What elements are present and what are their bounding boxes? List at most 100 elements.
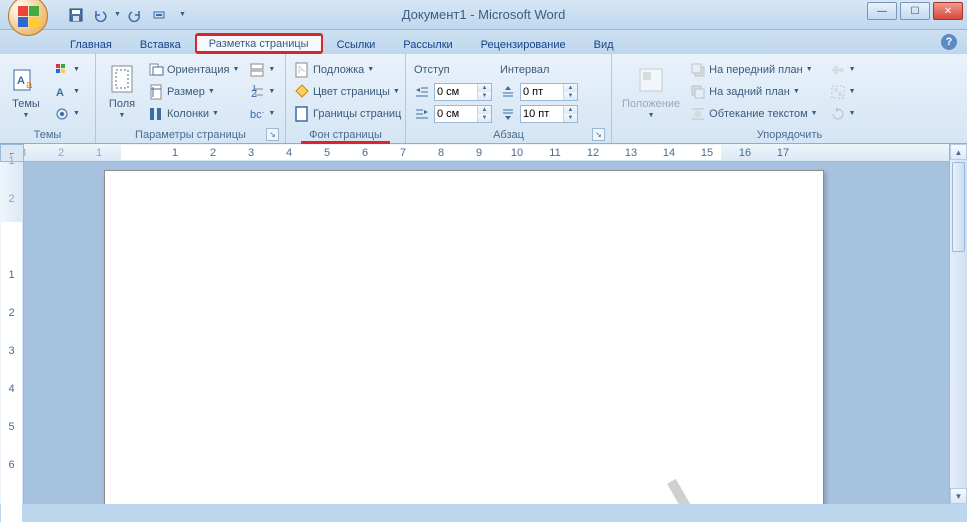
- group-page-setup: Поля ▼ Ориентация ▼ Размер ▼ Колонки ▼ ▼…: [96, 54, 286, 143]
- tab-page-layout[interactable]: Разметка страницы: [195, 33, 323, 54]
- svg-text:a: a: [26, 79, 33, 91]
- effects-icon: [54, 106, 70, 122]
- margins-label: Поля: [109, 98, 135, 110]
- group-page-setup-title: Параметры страницы↘: [100, 127, 281, 143]
- minimize-button[interactable]: —: [867, 2, 897, 20]
- page-setup-dialog-launcher[interactable]: ↘: [266, 128, 279, 141]
- qat-customize-icon[interactable]: ▼: [179, 11, 186, 18]
- orientation-icon: [148, 62, 164, 78]
- tab-insert[interactable]: Вставка: [126, 35, 195, 54]
- themes-label: Темы: [12, 98, 40, 110]
- bring-front-button: На передний план ▼: [686, 59, 821, 81]
- group-paragraph: Отступ ▲▼ ▲▼ Интервал ▲▼ ▲▼: [406, 54, 612, 143]
- group-objects-button: ▼: [826, 81, 860, 103]
- group-icon: [830, 84, 846, 100]
- title-bar: ▼ ▼ Документ1 - Microsoft Word — ☐ ✕: [0, 0, 967, 30]
- paragraph-dialog-launcher[interactable]: ↘: [592, 128, 605, 141]
- breaks-icon: [249, 62, 265, 78]
- theme-colors-button[interactable]: ▼: [50, 59, 84, 81]
- window-title: Документ1 - Microsoft Word: [402, 7, 566, 22]
- page-color-icon: [294, 84, 310, 100]
- position-button: Положение ▼: [616, 56, 686, 127]
- themes-button[interactable]: Aa Темы ▼: [4, 56, 48, 127]
- theme-fonts-button[interactable]: A▼: [50, 81, 84, 103]
- margins-button[interactable]: Поля ▼: [100, 56, 144, 127]
- undo-icon[interactable]: [90, 5, 110, 25]
- undo-dropdown-icon[interactable]: ▼: [114, 11, 121, 18]
- document-page[interactable]: ОБРАЗЕЦ: [104, 170, 824, 504]
- position-icon: [635, 64, 667, 96]
- align-button: ▼: [826, 59, 860, 81]
- send-back-icon: [690, 84, 706, 100]
- spacing-before-icon: [500, 84, 516, 100]
- hyphenation-icon: bc⁻: [249, 106, 265, 122]
- send-back-button: На задний план ▼: [686, 81, 821, 103]
- bring-front-icon: [690, 62, 706, 78]
- watermark-text: ОБРАЗЕЦ: [105, 171, 823, 504]
- indent-label: Отступ: [414, 64, 474, 76]
- align-icon: [830, 62, 846, 78]
- orientation-button[interactable]: Ориентация ▼: [144, 59, 243, 81]
- indent-right-icon: [414, 106, 430, 122]
- group-themes: Aa Темы ▼ ▼ A▼ ▼ Темы: [0, 54, 96, 143]
- theme-effects-button[interactable]: ▼: [50, 103, 84, 125]
- maximize-button[interactable]: ☐: [900, 2, 930, 20]
- svg-text:bc⁻: bc⁻: [250, 109, 264, 121]
- document-workspace: ⌐ 3211234567891011121314151617 12123456 …: [0, 144, 967, 504]
- scroll-up-icon[interactable]: ▲: [950, 144, 967, 160]
- columns-icon: [148, 106, 164, 122]
- vertical-scrollbar[interactable]: ▲ ▼: [949, 144, 967, 504]
- vertical-ruler[interactable]: 12123456: [0, 162, 24, 504]
- svg-text:A: A: [56, 87, 64, 99]
- redo-icon[interactable]: [125, 5, 145, 25]
- spacing-before-spinner[interactable]: ▲▼: [520, 83, 578, 101]
- watermark-button[interactable]: AПодложка ▼: [290, 59, 405, 81]
- spacing-after-spinner[interactable]: ▲▼: [520, 105, 578, 123]
- group-arrange: Положение ▼ На передний план ▼ На задний…: [612, 54, 967, 143]
- page-borders-button[interactable]: Границы страниц: [290, 103, 405, 125]
- scroll-thumb[interactable]: [952, 162, 965, 252]
- margins-icon: [106, 64, 138, 96]
- line-numbers-icon: 12: [249, 84, 265, 100]
- tab-mailings[interactable]: Рассылки: [389, 35, 466, 54]
- quick-access-toolbar: ▼ ▼: [66, 5, 186, 25]
- page-borders-icon: [294, 106, 310, 122]
- document-area[interactable]: ОБРАЗЕЦ: [24, 162, 949, 504]
- hyphenation-button[interactable]: bc⁻▼: [245, 103, 279, 125]
- qat-more-icon[interactable]: [149, 5, 169, 25]
- scroll-down-icon[interactable]: ▼: [950, 488, 967, 504]
- line-numbers-button[interactable]: 12▼: [245, 81, 279, 103]
- spacing-after-icon: [500, 106, 516, 122]
- indent-left-spinner[interactable]: ▲▼: [434, 83, 492, 101]
- rotate-button: ▼: [826, 103, 860, 125]
- help-icon[interactable]: ?: [941, 34, 957, 50]
- indent-left-icon: [414, 84, 430, 100]
- spacing-label: Интервал: [500, 64, 560, 76]
- tab-home[interactable]: Главная: [56, 35, 126, 54]
- columns-button[interactable]: Колонки ▼: [144, 103, 243, 125]
- indent-right-spinner[interactable]: ▲▼: [434, 105, 492, 123]
- chevron-down-icon: ▼: [23, 112, 30, 119]
- size-button[interactable]: Размер ▼: [144, 81, 243, 103]
- breaks-button[interactable]: ▼: [245, 59, 279, 81]
- svg-text:2: 2: [251, 88, 257, 99]
- group-arrange-title: Упорядочить: [616, 127, 963, 143]
- ribbon: Aa Темы ▼ ▼ A▼ ▼ Темы Поля ▼ Ориентация …: [0, 54, 967, 144]
- page-color-button[interactable]: Цвет страницы ▼: [290, 81, 405, 103]
- colors-icon: [54, 62, 70, 78]
- themes-icon: Aa: [10, 64, 42, 96]
- group-themes-title: Темы: [4, 127, 91, 143]
- close-button[interactable]: ✕: [933, 2, 963, 20]
- tab-references[interactable]: Ссылки: [323, 35, 390, 54]
- watermark-icon: A: [294, 62, 310, 78]
- horizontal-ruler[interactable]: 3211234567891011121314151617: [24, 144, 949, 162]
- ribbon-tabs: Главная Вставка Разметка страницы Ссылки…: [0, 30, 967, 54]
- tab-view[interactable]: Вид: [580, 35, 628, 54]
- text-wrap-button: Обтекание текстом ▼: [686, 103, 821, 125]
- group-paragraph-title: Абзац↘: [410, 127, 607, 143]
- save-icon[interactable]: [66, 5, 86, 25]
- rotate-icon: [830, 106, 846, 122]
- svg-text:A: A: [17, 75, 25, 87]
- tab-review[interactable]: Рецензирование: [467, 35, 580, 54]
- window-controls: — ☐ ✕: [867, 2, 963, 20]
